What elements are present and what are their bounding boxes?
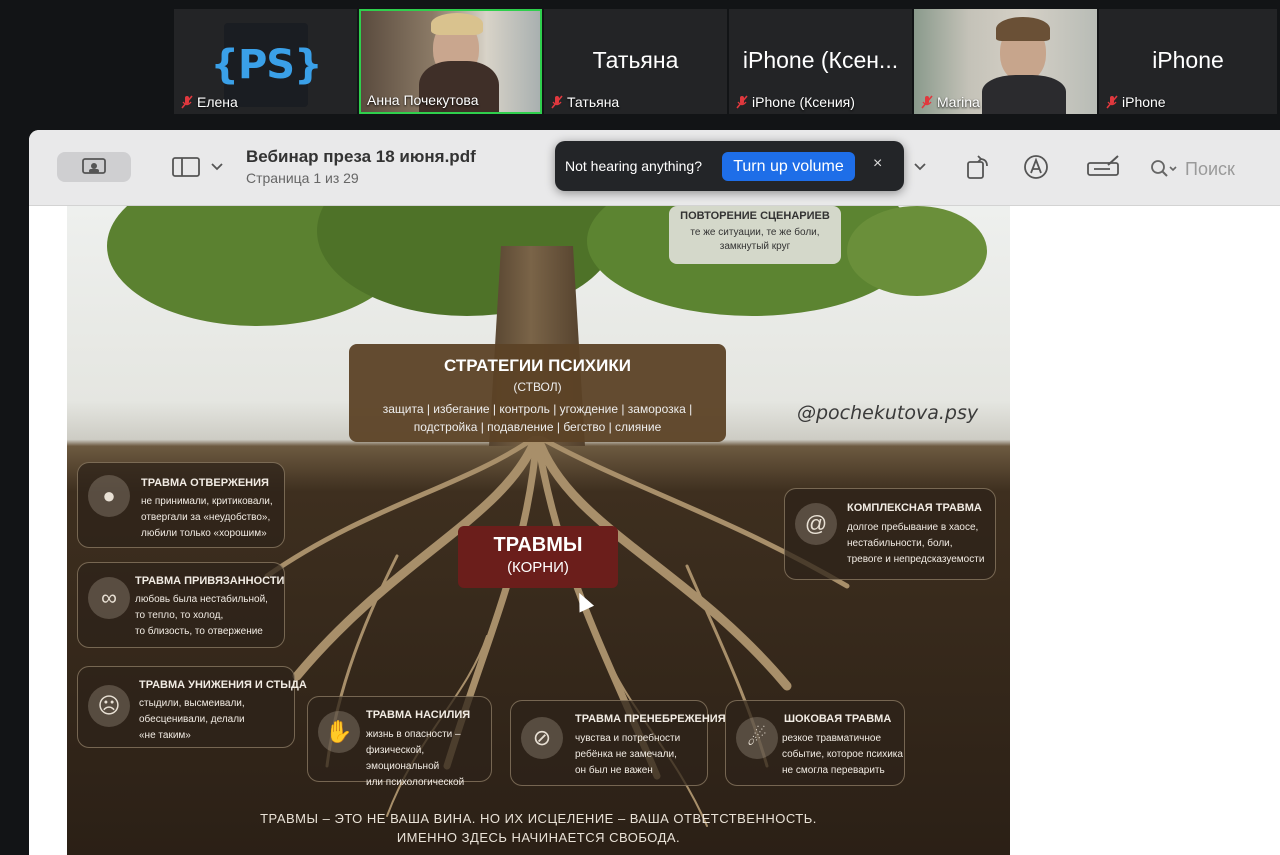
participant-tile-marina[interactable]: Marina [914, 9, 1097, 114]
card-title: ТРАВМА УНИЖЕНИЯ И СТЫДА [139, 679, 307, 691]
card-title: ТРАВМА НАСИЛИЯ [366, 709, 471, 721]
card-text: не принимали, критиковали, отвергали за «… [141, 496, 273, 539]
repeat-title: ПОВТОРЕНИЕ СЦЕНАРИЕВ [680, 210, 830, 222]
participant-display-name: iPhone [1152, 47, 1224, 73]
search-icon [1151, 160, 1177, 177]
card-text: жизнь в опасности – физической, эмоционал… [366, 729, 465, 788]
footer-quote: ИМЕННО ЗДЕСЬ НАЧИНАЕТСЯ СВОБОДА. [396, 830, 681, 845]
card-title: ТРАВМА ПРИВЯЗАННОСТИ [135, 575, 285, 587]
chevron-down-icon[interactable] [209, 157, 225, 177]
trauma-card: ☹ ТРАВМА УНИЖЕНИЯ И СТЫДА стыдили, высме… [77, 666, 307, 748]
mic-muted-icon [921, 95, 933, 109]
annotate-button[interactable] [1084, 150, 1124, 184]
eye-crossed-icon: ⊘ [521, 717, 563, 759]
participant-tile-anna[interactable]: Анна Почекутова [359, 9, 542, 114]
repeat-line: те же ситуации, те же боли, [690, 227, 820, 238]
sidebar-toggle-button[interactable] [171, 153, 201, 181]
strategies-list: защита | избегание | контроль | угождени… [382, 402, 693, 416]
page-margin [29, 206, 67, 855]
search-field[interactable]: Поиск [1149, 154, 1280, 184]
participant-tile-tatyana[interactable]: Татьяна Татьяна [544, 9, 727, 114]
markup-pen-icon [1024, 155, 1048, 179]
card-title: ШОКОВАЯ ТРАВМА [784, 713, 892, 725]
participant-tile-iphone[interactable]: iPhone iPhone [1099, 9, 1277, 114]
signature-icon [1087, 155, 1119, 176]
trauma-box: ТРАВМЫ (КОРНИ) [458, 526, 618, 588]
participant-label: iPhone [1105, 94, 1166, 110]
trauma-card: @ КОМПЛЕКСНАЯ ТРАВМА долгое пребывание в… [784, 488, 996, 580]
turn-up-volume-button[interactable]: Turn up volume [722, 152, 855, 181]
participant-tile-elena[interactable]: {PS} Елена [174, 9, 357, 114]
share-screen-button[interactable] [57, 152, 131, 182]
mic-muted-icon [736, 95, 748, 109]
screen-share-icon [82, 158, 106, 174]
tangled-scribble-icon: @ [795, 503, 837, 545]
mic-muted-icon [551, 95, 563, 109]
participant-name: Анна Почекутова [367, 92, 479, 108]
page-indicator: Страница 1 из 29 [246, 170, 359, 186]
rotate-icon [967, 155, 988, 179]
sidebar-icon [172, 157, 200, 177]
trauma-card: ✋ ТРАВМА НАСИЛИЯ жизнь в опасности – физи… [307, 696, 492, 788]
slide-page: ПОВТОРЕНИЕ СЦЕНАРИЕВ те же ситуации, те … [67, 206, 1010, 855]
participant-label: Елена [180, 94, 238, 110]
participant-name: Татьяна [567, 94, 620, 110]
repeat-line: замкнутый круг [719, 241, 791, 252]
card-title: ТРАВМА ОТВЕРЖЕНИЯ [141, 477, 269, 489]
strategies-list: подстройка | подавление | бегство | слия… [413, 420, 662, 434]
trauma-title: ТРАВМЫ [493, 534, 583, 556]
strategies-title: СТРАТЕГИИ ПСИХИКИ [444, 356, 631, 375]
pdf-viewer-window: Вебинар преза 18 июня.pdf Страница 1 из … [29, 130, 1280, 855]
participant-name: iPhone (Ксения) [752, 94, 855, 110]
participant-name: iPhone [1122, 94, 1166, 110]
tree-canopy [847, 206, 987, 296]
participant-label: iPhone (Ксения) [735, 94, 855, 110]
author-handle: @pochekutova.psy [797, 402, 979, 424]
trauma-card: ● ТРАВМА ОТВЕРЖЕНИЯ не принимали, критик… [77, 462, 285, 548]
shock-head-icon: ☄ [736, 717, 778, 759]
participant-label: Marina [920, 94, 980, 110]
card-text: долгое пребывание в хаосе, нестабильности… [847, 522, 985, 565]
search-placeholder: Поиск [1185, 158, 1235, 179]
card-text: стыдили, высмеивали, обесценивали, делали… [139, 698, 245, 741]
person-icon: ● [88, 475, 130, 517]
audio-notice-toast: Not hearing anything? Turn up volume × [555, 141, 904, 191]
card-text: любовь была нестабильной, то тепло, то хо… [135, 594, 268, 637]
markup-button[interactable] [1019, 150, 1053, 184]
trauma-card: ∞ ТРАВМА ПРИВЯЗАННОСТИ любовь была неста… [77, 562, 285, 648]
participant-name: Елена [197, 94, 238, 110]
repeat-scenarios-box: ПОВТОРЕНИЕ СЦЕНАРИЕВ те же ситуации, те … [669, 206, 841, 264]
document-title: Вебинар преза 18 июня.pdf [246, 147, 476, 166]
participant-display-name: Татьяна [592, 47, 679, 73]
card-title: КОМПЛЕКСНАЯ ТРАВМА [847, 502, 982, 514]
hand-stop-icon: ✋ [318, 711, 360, 753]
chevron-down-icon[interactable] [912, 157, 928, 177]
close-icon[interactable]: × [873, 155, 882, 173]
trauma-card: ⊘ ТРАВМА ПРЕНЕБРЕЖЕНИЯ чувства и потребн… [510, 700, 726, 786]
trauma-subtitle: (КОРНИ) [507, 559, 569, 576]
participant-label: Анна Почекутова [367, 92, 479, 108]
card-text: чувства и потребности ребёнка не замечали… [575, 733, 681, 776]
rotate-button[interactable] [961, 150, 995, 184]
mic-muted-icon [181, 95, 193, 109]
strategies-box: СТРАТЕГИИ ПСИХИКИ (СТВОЛ) защита | избег… [349, 344, 726, 442]
footer-quote: ТРАВМЫ – ЭТО НЕ ВАША ВИНА. НО ИХ ИСЦЕЛЕН… [260, 811, 817, 826]
card-title: ТРАВМА ПРЕНЕБРЕЖЕНИЯ [575, 713, 726, 725]
participant-name: Marina [937, 94, 980, 110]
notice-text: Not hearing anything? [565, 158, 702, 174]
participant-tile-iphone-kseniya[interactable]: iPhone (Ксен... iPhone (Ксения) [729, 9, 912, 114]
chain-link-icon: ∞ [88, 577, 130, 619]
trauma-card: ☄ ШОКОВАЯ ТРАВМА резкое травматичное собы… [725, 700, 905, 786]
card-text: резкое травматичное событие, которое псих… [782, 733, 903, 776]
viewer-background [1010, 206, 1280, 855]
participant-display-name: iPhone (Ксен... [742, 47, 899, 73]
mic-muted-icon [1106, 95, 1118, 109]
strategies-subtitle: (СТВОЛ) [513, 380, 562, 394]
sad-face-icon: ☹ [88, 685, 130, 727]
participant-label: Татьяна [550, 94, 619, 110]
participant-strip: {PS} Елена Анна Почекутова Татьяна Татья… [174, 9, 1280, 114]
